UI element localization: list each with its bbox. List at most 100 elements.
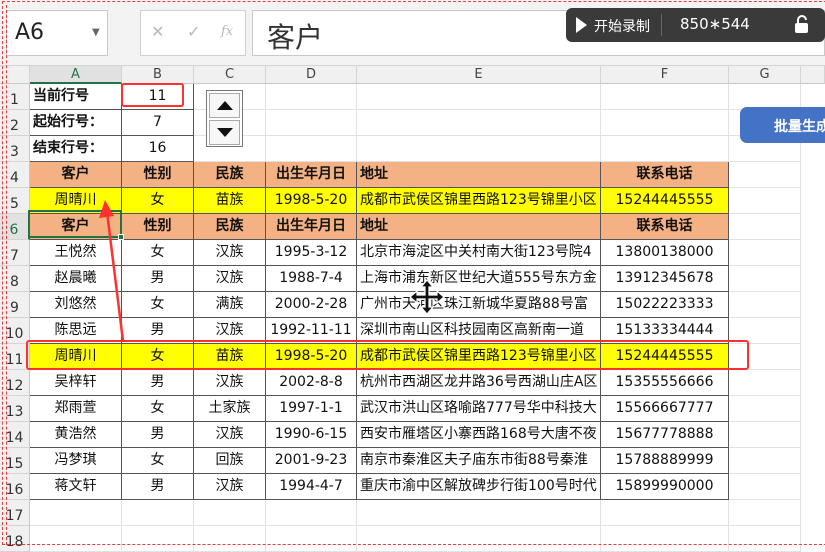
empty-cell[interactable] bbox=[30, 500, 122, 526]
record-address[interactable]: 广州市天河区珠江新城华夏路88号富 bbox=[357, 292, 601, 318]
batch-generate-button[interactable]: 批量生成 bbox=[740, 107, 825, 143]
record-customer[interactable]: 郑雨萱 bbox=[30, 396, 122, 422]
row-header[interactable]: 6 bbox=[0, 214, 30, 240]
play-icon[interactable] bbox=[576, 17, 587, 33]
empty-cell[interactable] bbox=[357, 110, 601, 136]
empty-cell[interactable] bbox=[729, 266, 801, 292]
record-phone[interactable]: 15566667777 bbox=[601, 396, 729, 422]
record-customer[interactable]: 黄浩然 bbox=[30, 422, 122, 448]
empty-cell[interactable] bbox=[729, 500, 801, 526]
start-record-button[interactable]: 开始录制 bbox=[594, 16, 650, 36]
row-header[interactable]: 1 bbox=[0, 84, 30, 110]
record-customer[interactable]: 蒋文轩 bbox=[30, 474, 122, 500]
record-ethnicity[interactable]: 汉族 bbox=[194, 240, 266, 266]
row-header[interactable]: 2 bbox=[0, 110, 30, 136]
col-header-g[interactable]: G bbox=[729, 66, 801, 84]
row-header[interactable]: 4 bbox=[0, 162, 30, 188]
row-header[interactable]: 8 bbox=[0, 266, 30, 292]
record-phone[interactable]: 13800138000 bbox=[601, 240, 729, 266]
row-header[interactable]: 10 bbox=[0, 318, 30, 344]
fx-icon[interactable]: fx bbox=[221, 24, 233, 39]
empty-cell[interactable] bbox=[729, 214, 801, 240]
row-header[interactable]: 14 bbox=[0, 422, 30, 448]
empty-cell[interactable] bbox=[729, 422, 801, 448]
spin-up-button[interactable] bbox=[209, 93, 240, 118]
row-header[interactable]: 13 bbox=[0, 396, 30, 422]
empty-cell[interactable] bbox=[601, 84, 729, 110]
spin-down-button[interactable] bbox=[209, 120, 240, 145]
record-ethnicity[interactable]: 土家族 bbox=[194, 396, 266, 422]
empty-cell[interactable] bbox=[194, 526, 266, 552]
empty-cell[interactable] bbox=[357, 136, 601, 162]
record-birthdate[interactable]: 1988-7-4 bbox=[266, 266, 357, 292]
empty-cell[interactable] bbox=[729, 448, 801, 474]
row-header[interactable]: 3 bbox=[0, 136, 30, 162]
record-ethnicity[interactable]: 汉族 bbox=[194, 474, 266, 500]
record-ethnicity[interactable]: 汉族 bbox=[194, 370, 266, 396]
empty-cell[interactable] bbox=[194, 500, 266, 526]
record-address[interactable]: 杭州市西湖区龙井路36号西湖山庄A区 bbox=[357, 370, 601, 396]
record-ethnicity[interactable]: 回族 bbox=[194, 448, 266, 474]
enter-icon[interactable]: ✓ bbox=[187, 22, 200, 41]
col-header-e[interactable]: E bbox=[357, 66, 601, 84]
empty-cell[interactable] bbox=[601, 500, 729, 526]
record-ethnicity[interactable]: 满族 bbox=[194, 292, 266, 318]
empty-cell[interactable] bbox=[729, 396, 801, 422]
param-value[interactable]: 16 bbox=[122, 136, 194, 162]
empty-cell[interactable] bbox=[30, 526, 122, 552]
record-customer[interactable]: 冯梦琪 bbox=[30, 448, 122, 474]
record-address[interactable]: 南京市秦淮区夫子庙东市街88号秦淮 bbox=[357, 448, 601, 474]
row-stepper[interactable] bbox=[206, 90, 243, 147]
col-header-f[interactable]: F bbox=[601, 66, 729, 84]
unlock-icon[interactable] bbox=[794, 15, 810, 33]
current-phone[interactable]: 15244445555 bbox=[601, 188, 729, 214]
param-value[interactable]: 7 bbox=[122, 110, 194, 136]
row-header[interactable]: 15 bbox=[0, 448, 30, 474]
row-header[interactable]: 12 bbox=[0, 370, 30, 396]
empty-cell[interactable] bbox=[266, 526, 357, 552]
record-birthdate[interactable]: 2002-8-8 bbox=[266, 370, 357, 396]
row-header[interactable]: 18 bbox=[0, 526, 30, 552]
empty-cell[interactable] bbox=[729, 240, 801, 266]
col-header-d[interactable]: D bbox=[266, 66, 357, 84]
record-address[interactable]: 北京市海淀区中关村南大街123号院4 bbox=[357, 240, 601, 266]
chevron-down-icon[interactable]: ▼ bbox=[92, 27, 100, 38]
col-header-h[interactable] bbox=[801, 66, 825, 84]
empty-cell[interactable] bbox=[729, 162, 801, 188]
empty-cell[interactable] bbox=[357, 84, 601, 110]
record-gender[interactable]: 男 bbox=[122, 474, 194, 500]
record-phone[interactable]: 15788889999 bbox=[601, 448, 729, 474]
col-header-c[interactable]: C bbox=[194, 66, 266, 84]
empty-cell[interactable] bbox=[122, 500, 194, 526]
empty-cell[interactable] bbox=[729, 292, 801, 318]
record-phone[interactable]: 13912345678 bbox=[601, 266, 729, 292]
record-ethnicity[interactable]: 汉族 bbox=[194, 422, 266, 448]
row-header[interactable]: 17 bbox=[0, 500, 30, 526]
record-phone[interactable]: 15899990000 bbox=[601, 474, 729, 500]
select-all-corner[interactable] bbox=[0, 66, 30, 84]
record-birthdate[interactable]: 2001-9-23 bbox=[266, 448, 357, 474]
record-ethnicity[interactable]: 汉族 bbox=[194, 266, 266, 292]
empty-cell[interactable] bbox=[266, 110, 357, 136]
cancel-icon[interactable]: ✕ bbox=[151, 22, 164, 41]
record-address[interactable]: 上海市浦东新区世纪大道555号东方金 bbox=[357, 266, 601, 292]
record-phone[interactable]: 15022223333 bbox=[601, 292, 729, 318]
empty-cell[interactable] bbox=[266, 136, 357, 162]
current-ethnicity[interactable]: 苗族 bbox=[194, 188, 266, 214]
empty-cell[interactable] bbox=[266, 500, 357, 526]
empty-cell[interactable] bbox=[357, 526, 601, 552]
row-header[interactable]: 7 bbox=[0, 240, 30, 266]
current-address[interactable]: 成都市武侯区锦里西路123号锦里小区 bbox=[357, 188, 601, 214]
record-phone[interactable]: 15677778888 bbox=[601, 422, 729, 448]
record-address[interactable]: 西安市雁塔区小寨西路168号大唐不夜 bbox=[357, 422, 601, 448]
empty-cell[interactable] bbox=[729, 474, 801, 500]
empty-cell[interactable] bbox=[357, 500, 601, 526]
record-birthdate[interactable]: 2000-2-28 bbox=[266, 292, 357, 318]
col-header-b[interactable]: B bbox=[122, 66, 194, 84]
empty-cell[interactable] bbox=[729, 526, 801, 552]
empty-cell[interactable] bbox=[601, 526, 729, 552]
record-phone[interactable]: 15355556666 bbox=[601, 370, 729, 396]
row-header[interactable]: 9 bbox=[0, 292, 30, 318]
record-birthdate[interactable]: 1990-6-15 bbox=[266, 422, 357, 448]
record-address[interactable]: 武汉市洪山区珞喻路777号华中科技大 bbox=[357, 396, 601, 422]
